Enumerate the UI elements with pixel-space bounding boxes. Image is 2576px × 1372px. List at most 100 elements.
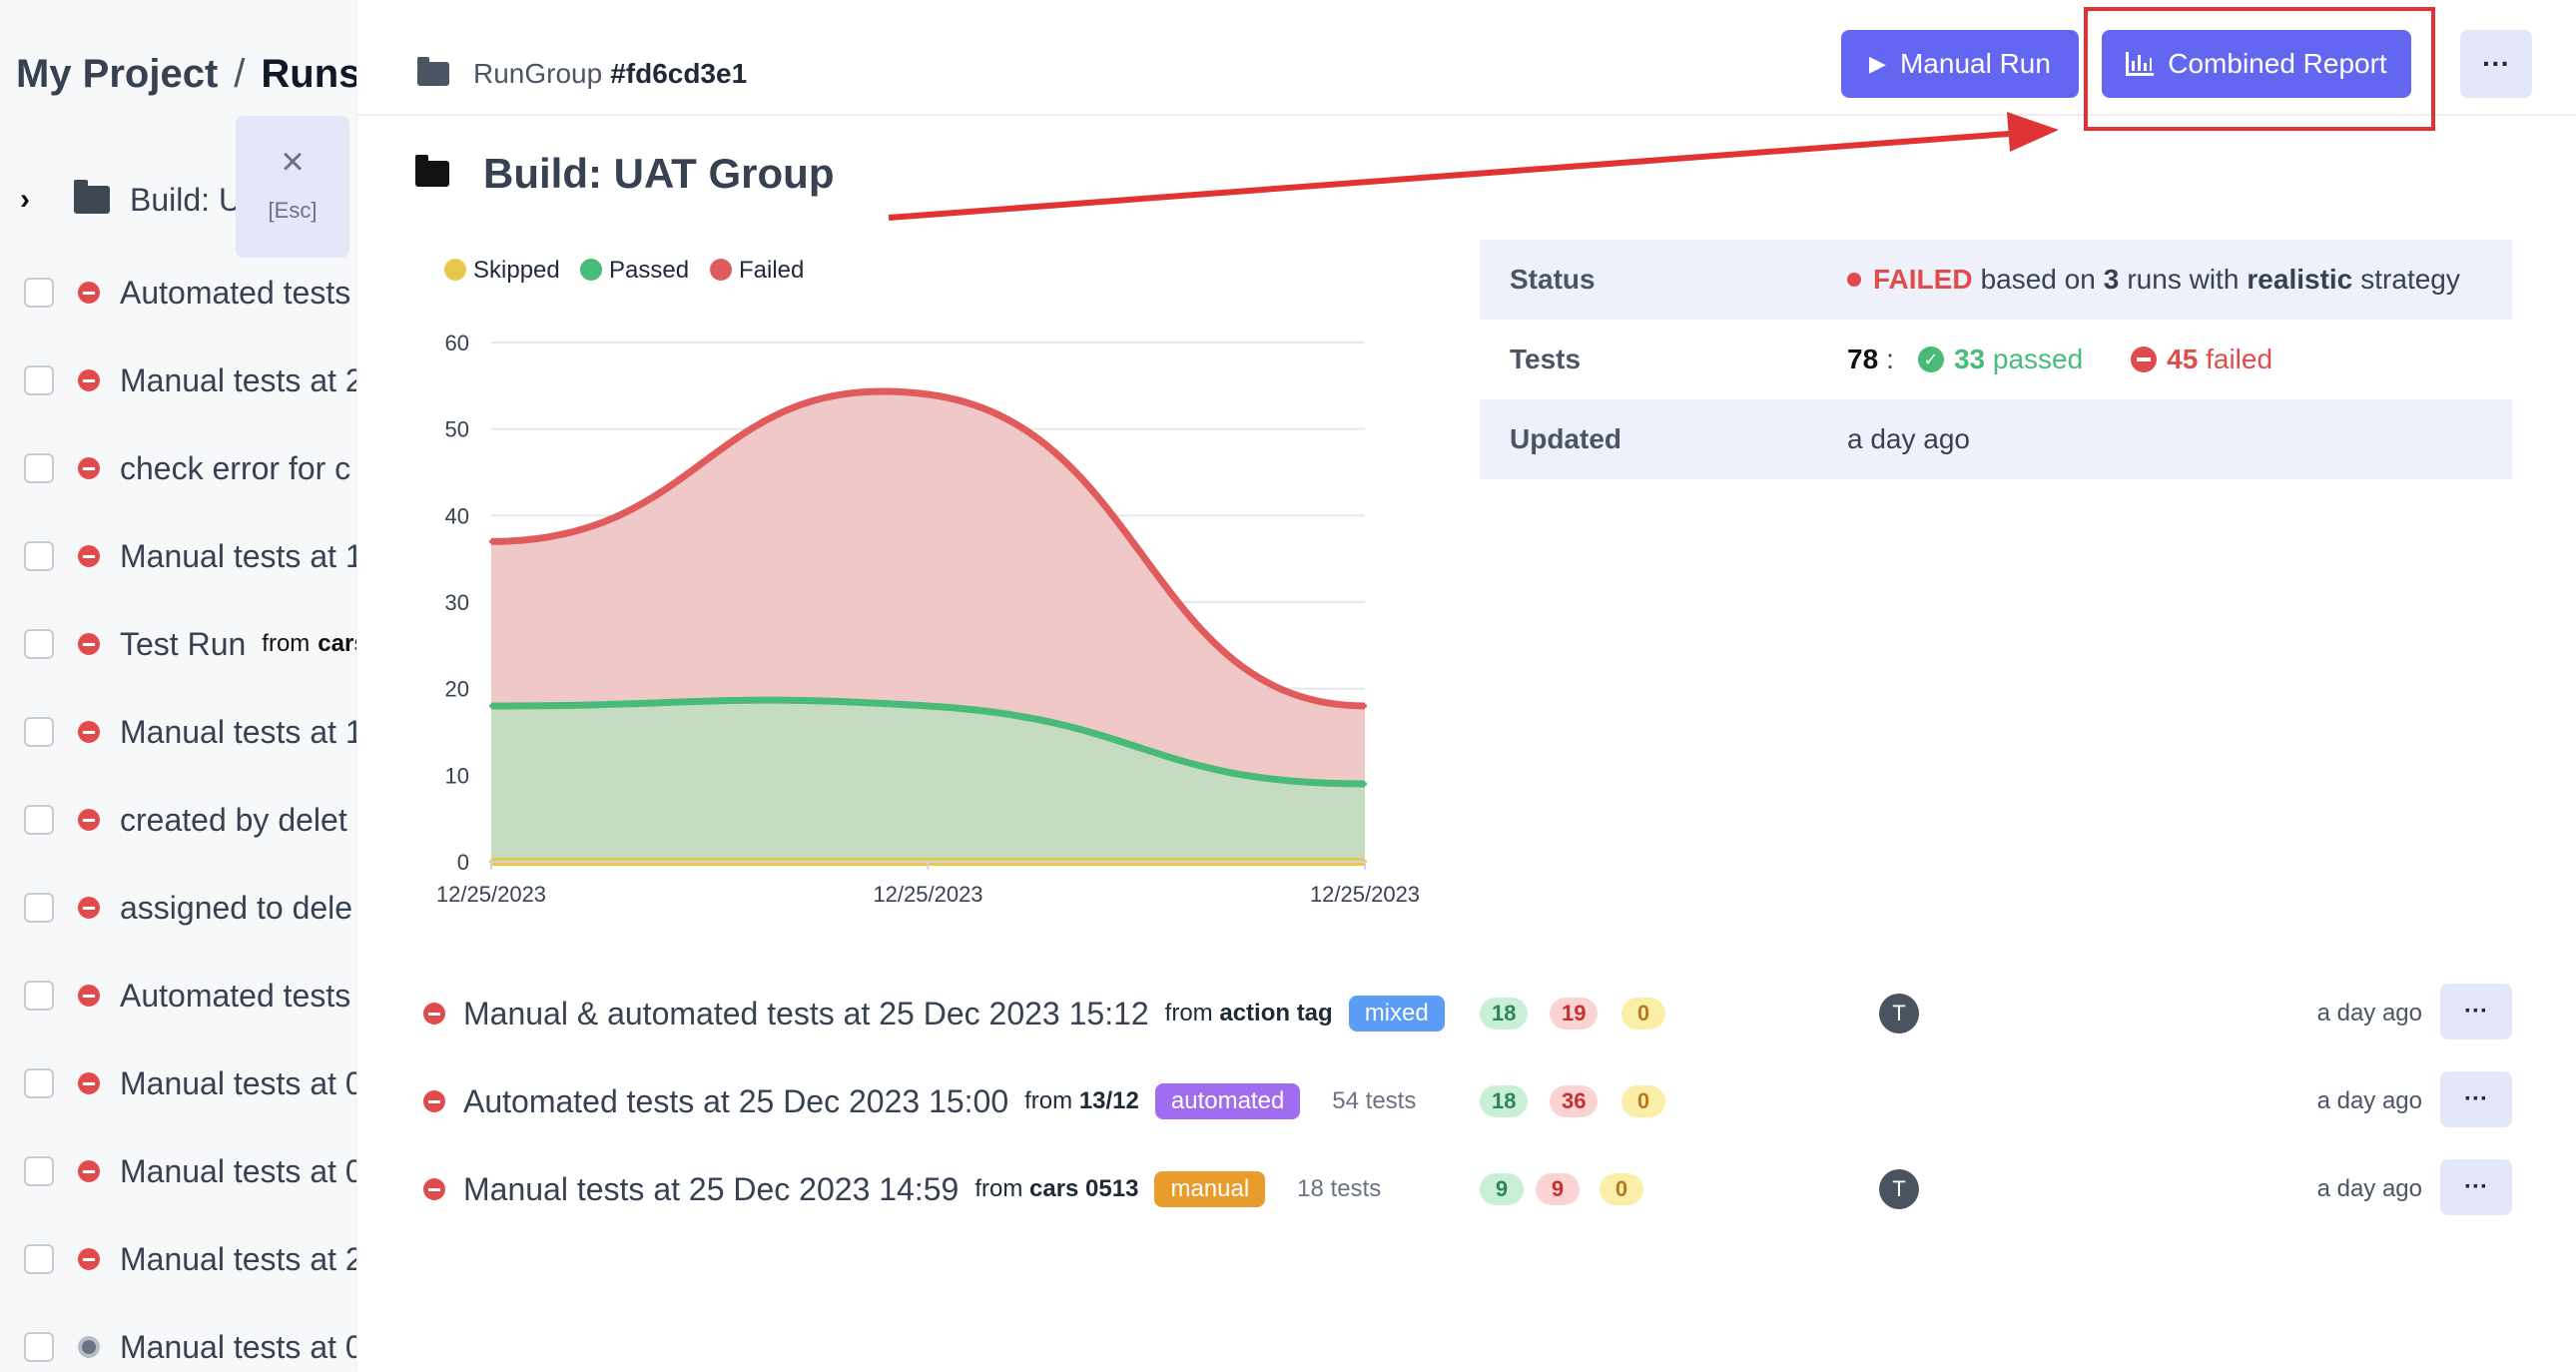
failed-status-icon xyxy=(78,809,100,831)
data-point-passed xyxy=(489,704,493,708)
folder-icon xyxy=(74,180,110,214)
run-checkbox[interactable] xyxy=(24,717,54,747)
sidebar-run-item[interactable]: assigned to dele xyxy=(24,884,352,932)
status-text-3: strategy xyxy=(2360,264,2460,295)
run-name[interactable]: Manual & automated tests at 25 Dec 2023 … xyxy=(463,996,1149,1032)
check-circle-icon: ✓ xyxy=(1917,346,1944,372)
sidebar-run-item[interactable]: Automated tests xyxy=(24,972,350,1020)
run-name[interactable]: Automated tests at 25 Dec 2023 15:00 xyxy=(463,1083,1008,1120)
run-row[interactable]: Automated tests at 25 Dec 2023 15:00 from… xyxy=(423,1071,2512,1129)
run-checkbox[interactable] xyxy=(24,629,54,659)
status-strategy: realistic xyxy=(2247,264,2353,295)
more-actions-button[interactable]: ··· xyxy=(2460,30,2532,98)
sidebar-run-from: from cars xyxy=(262,630,356,658)
sidebar-run-item[interactable]: Manual tests at 2 xyxy=(24,356,357,404)
close-panel-button[interactable]: × [Esc] xyxy=(236,116,349,258)
y-tick-label: 50 xyxy=(445,417,469,442)
run-updated: a day ago xyxy=(2316,1087,2422,1114)
x-tick-label: 12/25/2023 xyxy=(436,882,546,907)
run-checkbox[interactable] xyxy=(24,1244,54,1274)
run-test-count: 18 tests xyxy=(1297,1175,1382,1202)
sidebar-run-label: Manual tests at 1 xyxy=(120,713,357,750)
sidebar-run-item[interactable]: Test Run from cars xyxy=(24,620,356,668)
run-group-chart: 0 10 20 30 40 50 60 12/25/2023 12/25/2023 12/25/2… xyxy=(436,257,1420,907)
page-title: Build: UAT Group xyxy=(415,150,834,198)
tests-value: 78 : ✓ 33 passed 45 failed xyxy=(1847,343,2272,375)
avatar[interactable]: T xyxy=(1879,994,1919,1033)
run-checkbox[interactable] xyxy=(24,541,54,571)
y-tick-label: 10 xyxy=(445,763,469,788)
run-checkbox[interactable] xyxy=(24,453,54,483)
failed-status-icon xyxy=(78,457,100,479)
legend-label-skipped: Skipped xyxy=(473,257,560,284)
run-checkbox[interactable] xyxy=(24,893,54,923)
sidebar-run-item[interactable]: check error for c xyxy=(24,444,350,492)
failed-status-icon xyxy=(78,545,100,567)
sidebar-run-label: Manual tests at 2 xyxy=(120,1240,357,1277)
failed-status-icon xyxy=(423,1178,445,1200)
run-row[interactable]: Manual tests at 25 Dec 2023 14:59 from ca… xyxy=(423,1159,2512,1217)
sidebar-run-label: Automated tests xyxy=(120,977,351,1014)
from-word: from xyxy=(1164,1000,1213,1027)
run-name[interactable]: Manual tests at 25 Dec 2023 14:59 xyxy=(463,1171,959,1208)
data-point-failed xyxy=(489,539,493,544)
breadcrumb-project[interactable]: My Project xyxy=(16,52,218,96)
sidebar-run-label: Manual tests at 0 xyxy=(120,1064,357,1101)
run-checkbox[interactable] xyxy=(24,1156,54,1186)
sidebar-run-label: Automated tests xyxy=(120,274,351,311)
from-value: cars xyxy=(318,630,356,657)
from-value: 13/12 xyxy=(1078,1087,1139,1114)
tests-row: Tests 78 : ✓ 33 passed 45 failed xyxy=(1480,320,2512,399)
run-updated: a day ago xyxy=(2316,1000,2422,1027)
tests-failed: 45 failed xyxy=(2167,343,2272,375)
breadcrumb-runs[interactable]: Runs xyxy=(261,52,356,96)
avatar[interactable]: T xyxy=(1879,1169,1919,1209)
sidebar-run-label: created by delet xyxy=(120,801,347,838)
play-icon: ▶ xyxy=(1869,51,1886,76)
chevron-right-icon[interactable]: › xyxy=(20,183,50,217)
run-skipped-count: 0 xyxy=(1621,1085,1665,1117)
updated-row: Updated a day ago xyxy=(1480,399,2512,479)
legend-marker-failed xyxy=(710,259,732,281)
status-key: Status xyxy=(1510,264,1596,295)
run-skipped-count: 0 xyxy=(1600,1173,1643,1205)
sidebar-run-item[interactable]: Manual tests at 2 xyxy=(24,1235,357,1283)
run-checkbox[interactable] xyxy=(24,1332,54,1362)
sidebar-run-item[interactable]: Manual tests at 0 xyxy=(24,1323,356,1371)
run-checkbox[interactable] xyxy=(24,365,54,395)
run-checkbox[interactable] xyxy=(24,278,54,308)
sidebar-run-item[interactable]: Automated tests xyxy=(24,269,350,317)
failed-status-icon xyxy=(78,897,100,919)
sidebar-run-item[interactable]: Manual tests at 0 xyxy=(24,1147,357,1195)
sidebar-group-row[interactable]: › Build: U xyxy=(20,176,242,224)
manual-run-button[interactable]: ▶ Manual Run xyxy=(1841,30,2079,98)
legend-marker-skipped xyxy=(444,259,466,281)
data-point-failed xyxy=(1363,704,1367,708)
run-from: from action tag xyxy=(1165,1000,1333,1028)
run-checkbox[interactable] xyxy=(24,805,54,835)
sidebar-group-label: Build: U xyxy=(130,181,243,218)
sidebar-run-label: Manual tests at 2 xyxy=(120,361,357,398)
sidebar-run-label: Test Run xyxy=(120,625,247,662)
run-more-button[interactable]: ··· xyxy=(2440,1071,2512,1127)
run-row[interactable]: Manual & automated tests at 25 Dec 2023 … xyxy=(423,984,2512,1041)
sidebar-run-item[interactable]: created by delet xyxy=(24,796,347,844)
sidebar-run-label: Manual tests at 0 xyxy=(120,1152,357,1189)
sidebar-run-item[interactable]: Manual tests at 1 xyxy=(24,532,357,580)
run-more-button[interactable]: ··· xyxy=(2440,1159,2512,1215)
run-checkbox[interactable] xyxy=(24,1068,54,1098)
sidebar-run-item[interactable]: Manual tests at 1 xyxy=(24,708,357,756)
run-more-button[interactable]: ··· xyxy=(2440,984,2512,1039)
sidebar-run-label: Manual tests at 1 xyxy=(120,537,357,574)
status-runs-count: 3 xyxy=(2103,264,2120,295)
status-failed: FAILED xyxy=(1873,264,1973,295)
y-tick-label: 40 xyxy=(445,503,469,528)
run-type-tag: manual xyxy=(1154,1171,1266,1207)
legend-label-failed: Failed xyxy=(739,257,804,284)
runs-sidebar: My Project / Runs › Build: U × [Esc] Autom… xyxy=(0,0,357,1372)
x-tick-label: 12/25/2023 xyxy=(1310,882,1420,907)
sidebar-run-item[interactable]: Manual tests at 0 xyxy=(24,1059,357,1107)
run-checkbox[interactable] xyxy=(24,981,54,1011)
tests-colon: : xyxy=(1886,343,1894,374)
failed-status-icon xyxy=(78,1072,100,1094)
